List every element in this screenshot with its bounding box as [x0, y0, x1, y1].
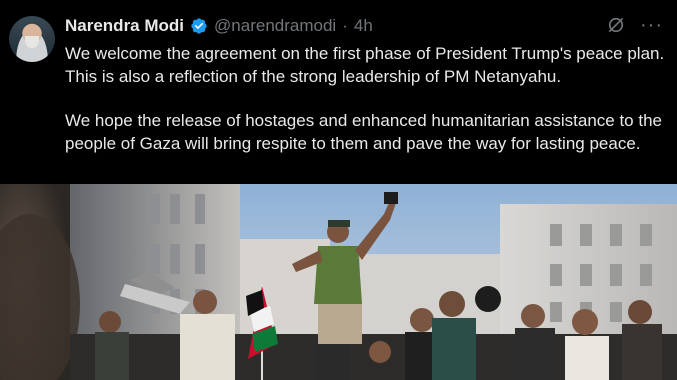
- post-container: Narendra Modi @narendramodi · 4h ··· We …: [0, 0, 677, 184]
- avatar-detail: [25, 36, 39, 48]
- news-photo: [0, 184, 677, 380]
- post-timestamp[interactable]: 4h: [354, 16, 373, 36]
- grok-icon[interactable]: [606, 15, 626, 35]
- more-options-icon[interactable]: ···: [640, 15, 663, 35]
- post-paragraph-2: We hope the release of hostages and enha…: [65, 111, 662, 153]
- post-actions-top: ···: [606, 15, 663, 35]
- post-paragraph-1: We welcome the agreement on the first ph…: [65, 44, 665, 86]
- header-separator: ·: [342, 16, 348, 35]
- post-media-photo[interactable]: [0, 184, 677, 380]
- author-name[interactable]: Narendra Modi: [65, 16, 184, 36]
- author-handle[interactable]: @narendramodi: [214, 16, 336, 36]
- post-text: We welcome the agreement on the first ph…: [65, 43, 665, 155]
- post-header: Narendra Modi @narendramodi · 4h: [65, 13, 373, 39]
- verified-badge-icon: [191, 18, 207, 34]
- author-avatar[interactable]: [9, 16, 55, 62]
